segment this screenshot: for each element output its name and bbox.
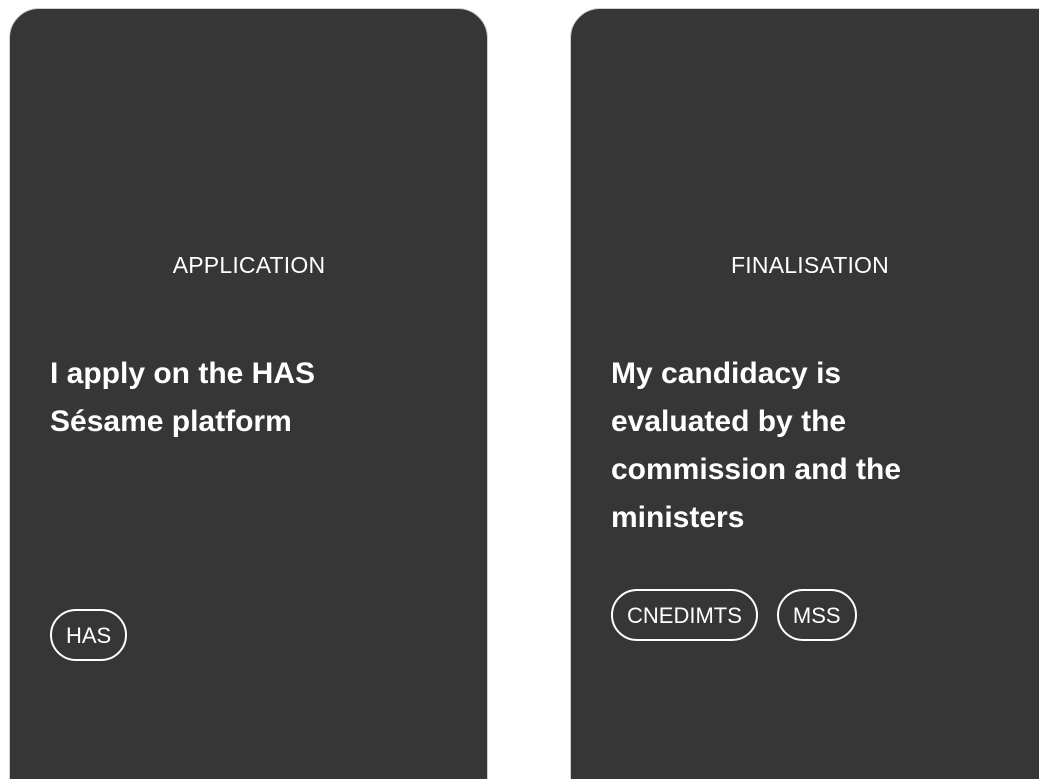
- step-label: FINALISATION: [731, 252, 889, 278]
- tag-mss[interactable]: MSS: [776, 589, 857, 641]
- step-label: APPLICATION: [172, 252, 326, 278]
- process-steps: APPLICATION I apply on the HAS Sésame pl…: [0, 0, 1039, 779]
- tag-cnedimts[interactable]: CNEDIMTS: [611, 589, 758, 641]
- tag-has[interactable]: HAS: [50, 609, 128, 661]
- tag-list: HAS: [50, 609, 128, 661]
- step-card-application: APPLICATION I apply on the HAS Sésame pl…: [9, 8, 488, 779]
- tag-list: CNEDIMTS MSS: [611, 589, 857, 641]
- step-card-finalisation: FINALISATION My candidacy is evaluated b…: [570, 8, 1039, 779]
- step-headline: My candidacy is evaluated by the commiss…: [611, 357, 902, 534]
- step-headline: I apply on the HAS Sésame platform: [50, 357, 316, 438]
